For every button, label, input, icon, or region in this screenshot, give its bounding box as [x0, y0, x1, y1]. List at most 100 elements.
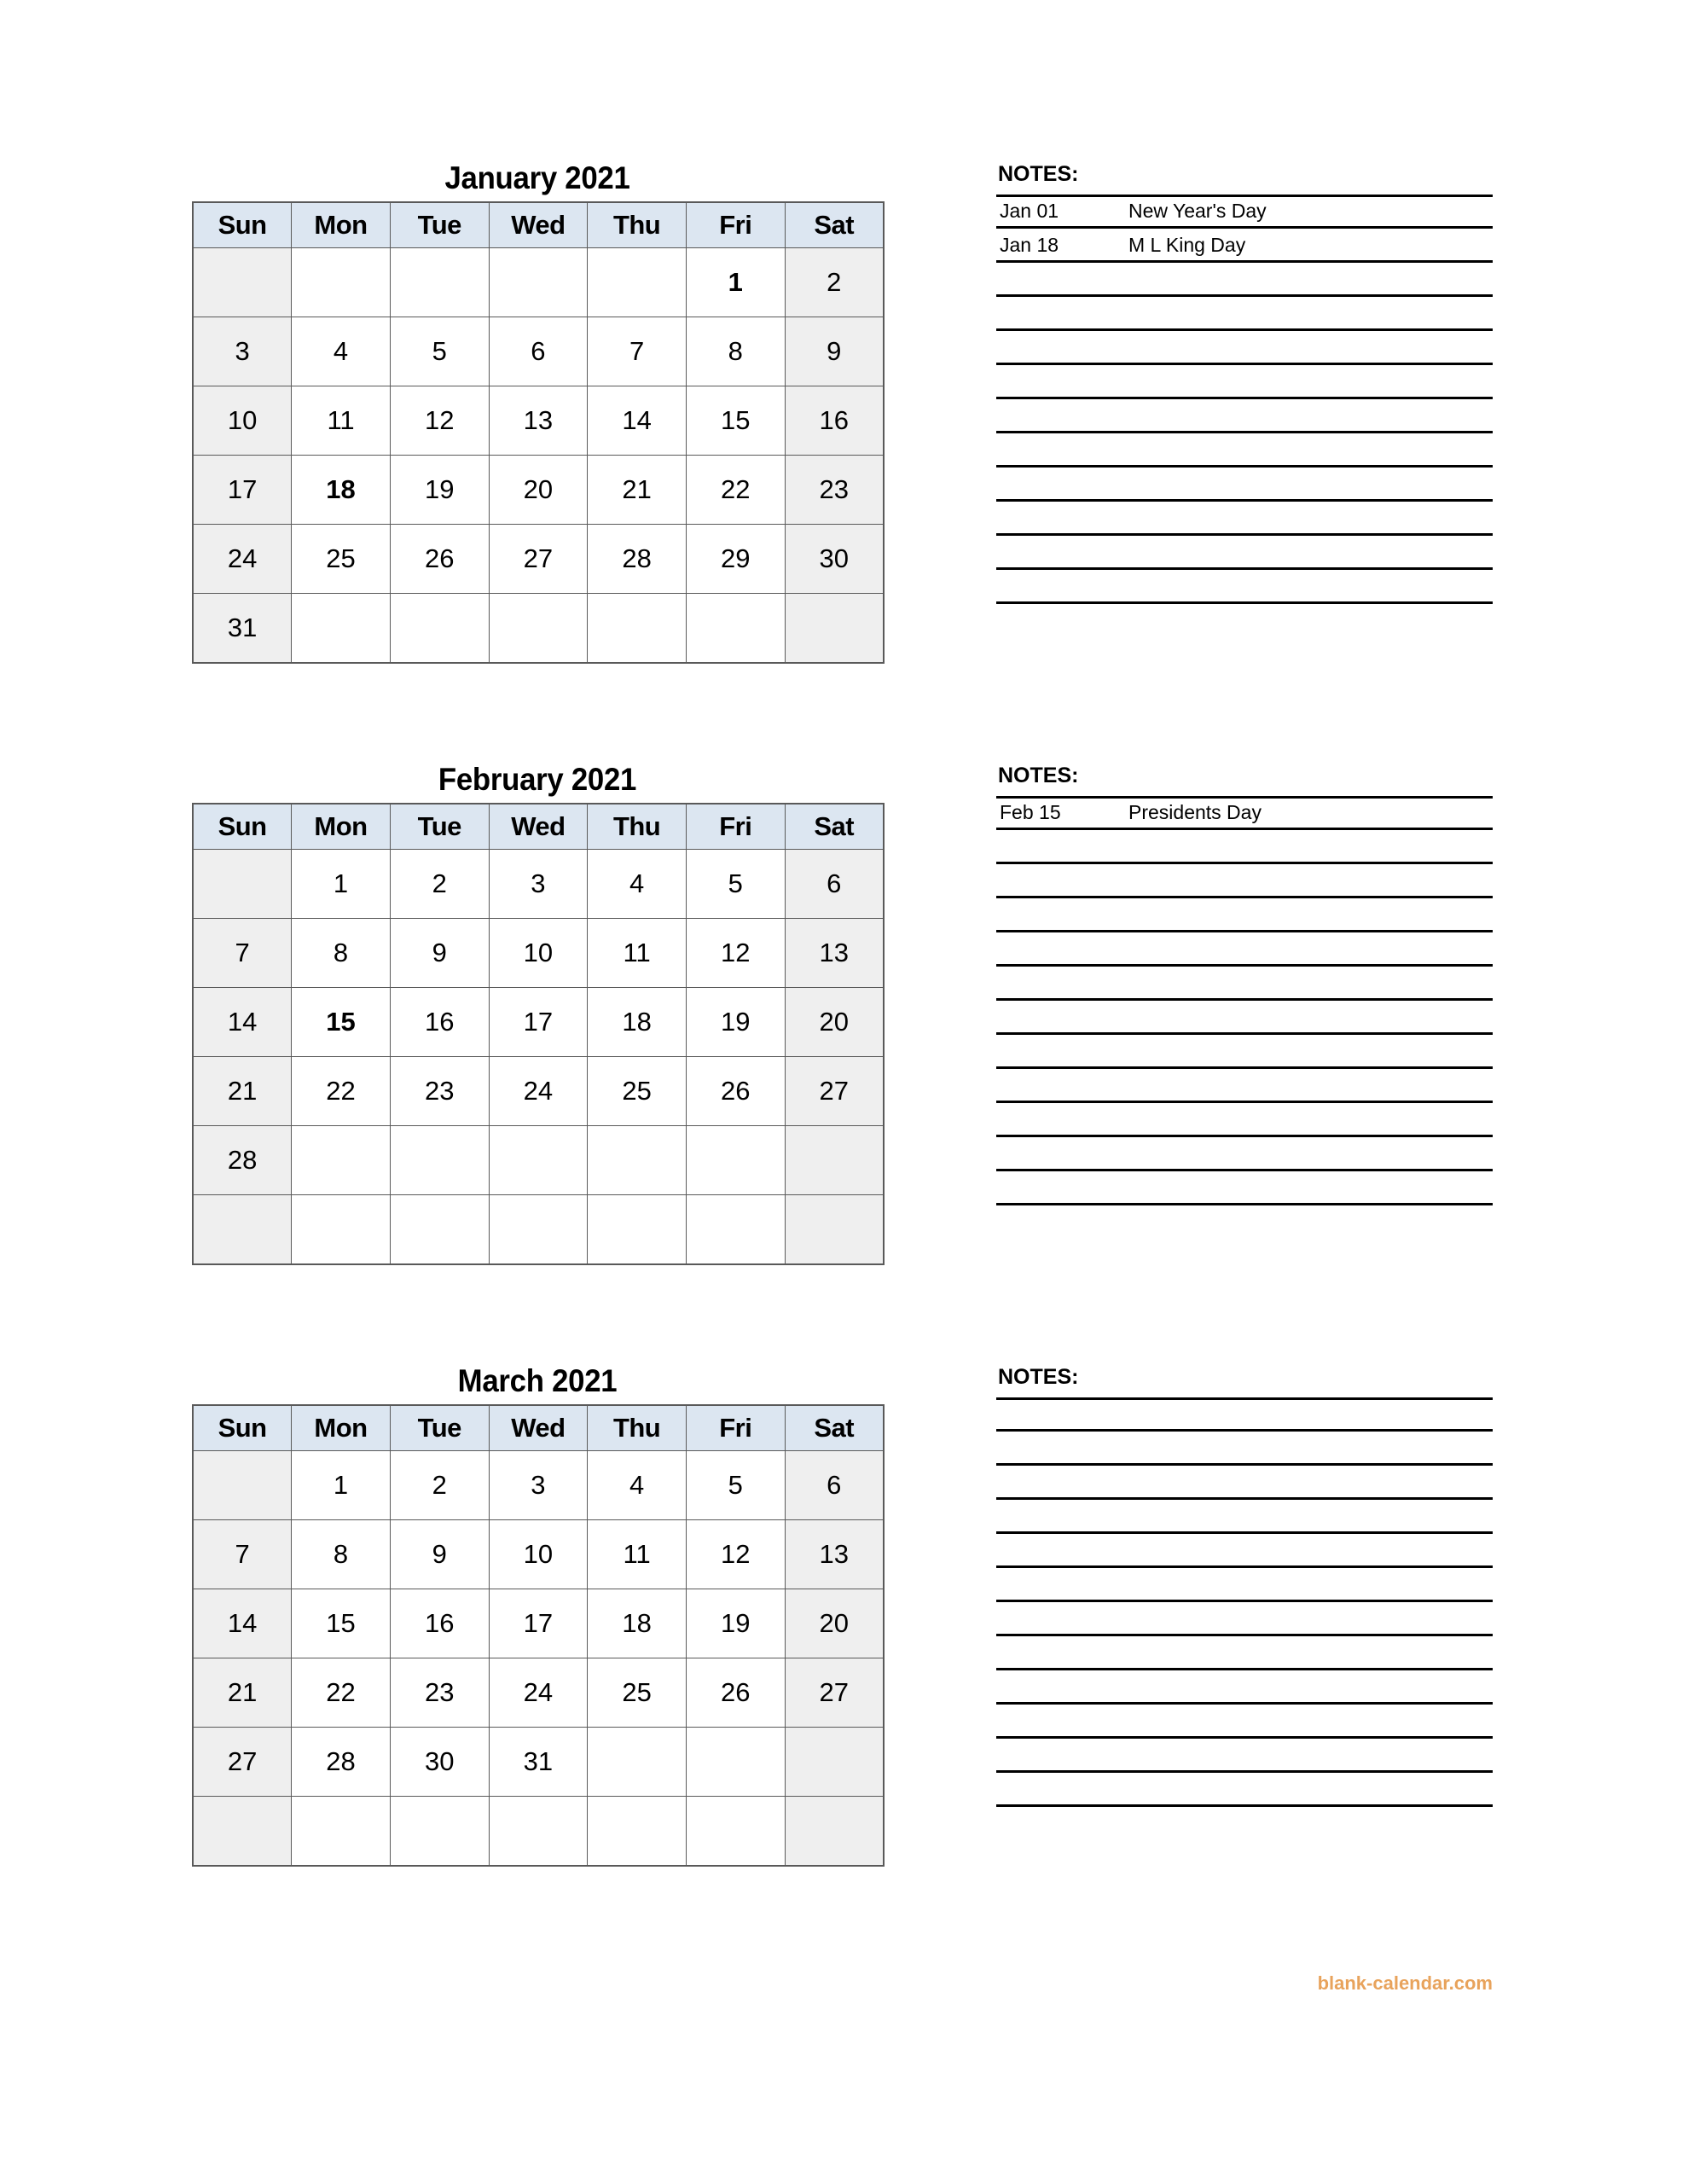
calendar-day-cell[interactable]: 10	[488, 1519, 589, 1589]
calendar-day-cell[interactable]: 2	[389, 1450, 490, 1520]
calendar-day-empty[interactable]	[488, 593, 589, 664]
calendar-day-cell[interactable]: 14	[587, 386, 687, 456]
calendar-day-cell[interactable]: 7	[192, 1519, 293, 1589]
calendar-day-cell[interactable]: 26	[685, 1658, 786, 1728]
note-line[interactable]	[996, 1432, 1493, 1466]
calendar-day-empty[interactable]	[389, 1125, 490, 1195]
calendar-day-cell[interactable]: 27	[784, 1658, 885, 1728]
calendar-day-empty[interactable]	[488, 1194, 589, 1265]
calendar-day-cell[interactable]: 31	[192, 593, 293, 664]
calendar-day-cell[interactable]: 1	[291, 849, 391, 919]
note-line[interactable]	[996, 1171, 1493, 1205]
note-line[interactable]	[996, 898, 1493, 932]
calendar-day-cell[interactable]: 30	[389, 1727, 490, 1797]
calendar-day-empty[interactable]	[587, 593, 687, 664]
note-line[interactable]	[996, 502, 1493, 536]
note-line[interactable]	[996, 570, 1493, 604]
calendar-day-cell[interactable]: 24	[488, 1056, 589, 1126]
calendar-day-cell[interactable]: 18	[587, 1589, 687, 1658]
calendar-day-cell[interactable]: 12	[685, 918, 786, 988]
calendar-day-cell[interactable]: 3	[488, 1450, 589, 1520]
calendar-day-cell[interactable]: 6	[488, 317, 589, 386]
calendar-day-cell[interactable]: 5	[685, 849, 786, 919]
calendar-day-cell[interactable]: 23	[784, 455, 885, 525]
calendar-day-empty[interactable]	[389, 1796, 490, 1867]
calendar-day-empty[interactable]	[784, 1125, 885, 1195]
calendar-day-empty[interactable]	[784, 1796, 885, 1867]
calendar-day-cell[interactable]: 6	[784, 1450, 885, 1520]
calendar-day-cell[interactable]: 21	[192, 1658, 293, 1728]
calendar-day-empty[interactable]	[784, 1727, 885, 1797]
calendar-day-cell[interactable]: 11	[291, 386, 391, 456]
calendar-day-empty[interactable]	[192, 247, 293, 317]
calendar-day-empty[interactable]	[587, 1796, 687, 1867]
calendar-day-cell[interactable]: 17	[488, 1589, 589, 1658]
calendar-day-empty[interactable]	[587, 1194, 687, 1265]
note-line[interactable]: Jan 01 New Year's Day	[996, 195, 1493, 229]
calendar-day-cell[interactable]: 11	[587, 918, 687, 988]
calendar-day-cell[interactable]: 25	[587, 1658, 687, 1728]
calendar-day-empty[interactable]	[587, 1125, 687, 1195]
calendar-day-empty[interactable]	[488, 247, 589, 317]
note-line[interactable]	[996, 1103, 1493, 1137]
note-line[interactable]	[996, 263, 1493, 297]
calendar-day-cell[interactable]: 2	[389, 849, 490, 919]
note-line[interactable]	[996, 932, 1493, 967]
calendar-day-cell[interactable]: 22	[685, 455, 786, 525]
calendar-day-empty[interactable]	[488, 1796, 589, 1867]
calendar-day-cell[interactable]: 20	[784, 987, 885, 1057]
calendar-day-empty[interactable]	[784, 593, 885, 664]
calendar-day-cell[interactable]: 26	[685, 1056, 786, 1126]
calendar-day-cell[interactable]: 7	[192, 918, 293, 988]
calendar-day-empty[interactable]	[389, 247, 490, 317]
calendar-day-cell[interactable]: 27	[192, 1727, 293, 1797]
calendar-day-empty[interactable]	[291, 1796, 391, 1867]
calendar-day-cell[interactable]: 15	[291, 987, 391, 1057]
note-line[interactable]: Feb 15 Presidents Day	[996, 796, 1493, 830]
calendar-day-empty[interactable]	[192, 1194, 293, 1265]
calendar-day-cell[interactable]: 12	[389, 386, 490, 456]
calendar-day-empty[interactable]	[291, 593, 391, 664]
calendar-day-cell[interactable]: 27	[784, 1056, 885, 1126]
calendar-day-cell[interactable]: 21	[192, 1056, 293, 1126]
calendar-day-cell[interactable]: 22	[291, 1658, 391, 1728]
calendar-day-cell[interactable]: 21	[587, 455, 687, 525]
note-line[interactable]	[996, 1705, 1493, 1739]
calendar-day-cell[interactable]: 19	[685, 987, 786, 1057]
calendar-day-cell[interactable]: 8	[291, 918, 391, 988]
calendar-day-cell[interactable]: 1	[291, 1450, 391, 1520]
calendar-day-cell[interactable]: 8	[685, 317, 786, 386]
calendar-day-cell[interactable]: 15	[685, 386, 786, 456]
note-line[interactable]	[996, 967, 1493, 1001]
calendar-day-cell[interactable]: 28	[192, 1125, 293, 1195]
note-line[interactable]	[996, 1466, 1493, 1500]
calendar-day-cell[interactable]: 18	[291, 455, 391, 525]
note-line[interactable]	[996, 1534, 1493, 1568]
note-line[interactable]	[996, 1568, 1493, 1602]
calendar-day-cell[interactable]: 19	[685, 1589, 786, 1658]
calendar-day-cell[interactable]: 2	[784, 247, 885, 317]
calendar-day-cell[interactable]: 11	[587, 1519, 687, 1589]
calendar-day-cell[interactable]: 6	[784, 849, 885, 919]
calendar-day-empty[interactable]	[192, 1796, 293, 1867]
calendar-day-empty[interactable]	[784, 1194, 885, 1265]
note-line[interactable]	[996, 1773, 1493, 1807]
calendar-day-empty[interactable]	[389, 593, 490, 664]
note-line[interactable]	[996, 1739, 1493, 1773]
note-line[interactable]	[996, 433, 1493, 468]
calendar-day-cell[interactable]: 14	[192, 1589, 293, 1658]
calendar-day-empty[interactable]	[685, 593, 786, 664]
calendar-day-cell[interactable]: 24	[192, 524, 293, 594]
calendar-day-cell[interactable]: 29	[685, 524, 786, 594]
calendar-day-cell[interactable]: 25	[291, 524, 391, 594]
calendar-day-empty[interactable]	[685, 1125, 786, 1195]
calendar-day-cell[interactable]: 4	[291, 317, 391, 386]
calendar-day-cell[interactable]: 9	[389, 918, 490, 988]
calendar-day-empty[interactable]	[291, 247, 391, 317]
note-line[interactable]	[996, 1500, 1493, 1534]
calendar-day-cell[interactable]: 1	[685, 247, 786, 317]
calendar-day-empty[interactable]	[587, 247, 687, 317]
calendar-day-cell[interactable]: 12	[685, 1519, 786, 1589]
note-line[interactable]	[996, 1001, 1493, 1035]
calendar-day-cell[interactable]: 19	[389, 455, 490, 525]
